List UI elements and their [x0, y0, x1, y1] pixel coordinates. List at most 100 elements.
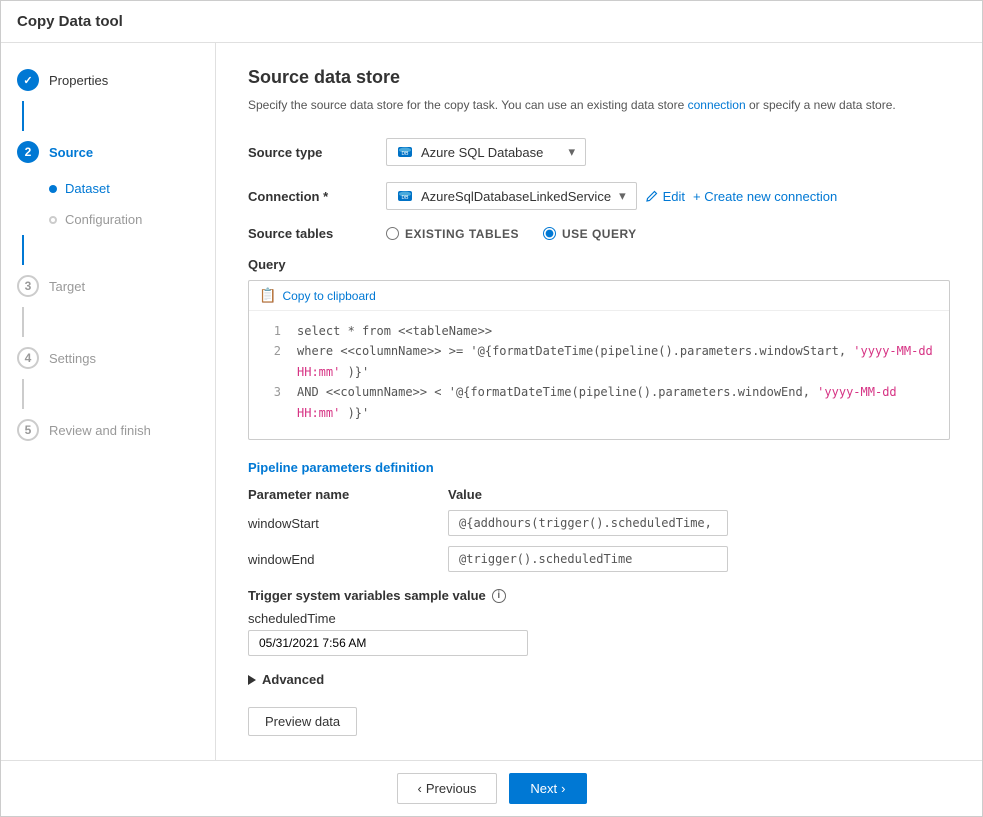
source-type-select[interactable]: DB Azure SQL Database ▾ [386, 138, 586, 166]
scheduled-time-label: scheduledTime [248, 611, 950, 626]
advanced-label: Advanced [262, 672, 324, 687]
sidebar-sublabel-dataset: Dataset [65, 181, 110, 196]
previous-label: Previous [426, 781, 477, 796]
sidebar-label-properties: Properties [49, 73, 108, 88]
code-text-3: AND <<columnName>> < '@{formatDateTime(p… [297, 382, 933, 423]
connection-value: AzureSqlDatabaseLinkedService [421, 189, 611, 204]
svg-text:DB: DB [402, 195, 410, 201]
param-row-windowend: windowEnd [248, 546, 950, 572]
sidebar-item-properties[interactable]: ✓ Properties [1, 59, 215, 101]
sidebar-label-settings: Settings [49, 351, 96, 366]
trigger-label-text: Trigger system variables sample value [248, 588, 486, 603]
sidebar: ✓ Properties 2 Source Dataset Configurat… [1, 43, 216, 760]
step-circle-settings: 4 [17, 347, 39, 369]
value-header: Value [448, 487, 482, 502]
source-tables-radio-group: EXISTING TABLES USE QUERY [386, 227, 637, 241]
clipboard-icon: 📋 [259, 287, 276, 304]
previous-chevron-icon: ‹ [418, 781, 422, 796]
use-query-option[interactable]: USE QUERY [543, 227, 637, 241]
sidebar-label-review: Review and finish [49, 423, 151, 438]
sidebar-item-source[interactable]: 2 Source [1, 131, 215, 173]
trigger-section: Trigger system variables sample value i … [248, 588, 950, 656]
code-line-3: 3 AND <<columnName>> < '@{formatDateTime… [265, 382, 933, 423]
code-text-2: where <<columnName>> >= '@{formatDateTim… [297, 341, 933, 382]
sidebar-label-target: Target [49, 279, 85, 294]
use-query-label: USE QUERY [562, 227, 637, 241]
azure-sql-icon: DB [397, 144, 413, 160]
connection-select[interactable]: DB AzureSqlDatabaseLinkedService ▾ [386, 182, 637, 210]
previous-button[interactable]: ‹ Previous [397, 773, 498, 804]
source-type-control: DB Azure SQL Database ▾ [386, 138, 586, 166]
query-section: Query 📋 Copy to clipboard 1 select * fro… [248, 257, 950, 440]
content-description: Specify the source data store for the co… [248, 96, 950, 114]
info-icon[interactable]: i [492, 589, 506, 603]
code-text-1: select * from <<tableName>> [297, 321, 492, 341]
connection-row: Connection * DB AzureSqlDatabaseLinkedSe… [248, 182, 950, 210]
next-button[interactable]: Next › [509, 773, 586, 804]
line-num-1: 1 [265, 321, 281, 341]
bottom-bar: ‹ Previous Next › [1, 760, 982, 816]
source-tables-label: Source tables [248, 226, 378, 241]
copy-clipboard-link[interactable]: Copy to clipboard [282, 289, 375, 303]
source-type-label: Source type [248, 145, 378, 160]
source-tables-control: EXISTING TABLES USE QUERY [386, 227, 637, 241]
connection-db-icon: DB [397, 188, 413, 204]
use-query-radio[interactable] [543, 227, 556, 240]
param-value-windowstart[interactable] [448, 510, 728, 536]
step-circle-source: 2 [17, 141, 39, 163]
code-line-1: 1 select * from <<tableName>> [265, 321, 933, 341]
existing-tables-label: EXISTING TABLES [405, 227, 519, 241]
params-section: Pipeline parameters definition Parameter… [248, 460, 950, 572]
query-toolbar: 📋 Copy to clipboard [249, 281, 949, 311]
line-num-3: 3 [265, 382, 281, 423]
params-title: Pipeline parameters definition [248, 460, 950, 475]
existing-tables-radio[interactable] [386, 227, 399, 240]
param-name-windowstart: windowStart [248, 516, 448, 531]
query-label: Query [248, 257, 950, 272]
triangle-icon [248, 675, 256, 685]
code-area[interactable]: 1 select * from <<tableName>> 2 where <<… [249, 311, 949, 433]
connection-control: DB AzureSqlDatabaseLinkedService ▾ Edit … [386, 182, 837, 210]
sub-dot-dataset [49, 185, 57, 193]
edit-icon [645, 189, 659, 203]
create-connection-label: + Create new connection [693, 189, 837, 204]
connection-link[interactable]: connection [688, 98, 746, 112]
step-circle-properties: ✓ [17, 69, 39, 91]
sidebar-subitem-dataset[interactable]: Dataset [1, 173, 215, 204]
title-bar: Copy Data tool [1, 1, 982, 43]
preview-data-button[interactable]: Preview data [248, 707, 357, 736]
app-title: Copy Data tool [17, 13, 123, 30]
trigger-label: Trigger system variables sample value i [248, 588, 950, 603]
next-label: Next [530, 781, 557, 796]
page-title: Source data store [248, 67, 950, 88]
source-tables-row: Source tables EXISTING TABLES USE QUERY [248, 226, 950, 241]
sidebar-item-settings[interactable]: 4 Settings [1, 337, 215, 379]
sidebar-label-source: Source [49, 145, 93, 160]
svg-text:DB: DB [402, 151, 410, 157]
params-header: Parameter name Value [248, 487, 950, 502]
param-value-windowend[interactable] [448, 546, 728, 572]
sidebar-sublabel-configuration: Configuration [65, 212, 142, 227]
line-num-2: 2 [265, 341, 281, 382]
edit-label: Edit [663, 189, 685, 204]
sidebar-subitem-configuration[interactable]: Configuration [1, 204, 215, 235]
connector-source-target [22, 235, 24, 265]
advanced-section: Advanced [248, 672, 950, 687]
main-layout: ✓ Properties 2 Source Dataset Configurat… [1, 43, 982, 760]
query-box: 📋 Copy to clipboard 1 select * from <<ta… [248, 280, 950, 440]
connector-settings-review [22, 379, 24, 409]
param-row-windowstart: windowStart [248, 510, 950, 536]
sidebar-item-target[interactable]: 3 Target [1, 265, 215, 307]
sidebar-item-review[interactable]: 5 Review and finish [1, 409, 215, 451]
scheduled-time-input[interactable] [248, 630, 528, 656]
source-type-value: Azure SQL Database [421, 145, 543, 160]
source-type-row: Source type DB Azure SQL Database ▾ [248, 138, 950, 166]
existing-tables-option[interactable]: EXISTING TABLES [386, 227, 519, 241]
step-circle-target: 3 [17, 275, 39, 297]
edit-link[interactable]: Edit [645, 189, 685, 204]
create-connection-link[interactable]: + Create new connection [693, 189, 837, 204]
param-name-header: Parameter name [248, 487, 448, 502]
advanced-toggle[interactable]: Advanced [248, 672, 950, 687]
connection-label: Connection * [248, 189, 378, 204]
connection-chevron-icon: ▾ [619, 188, 626, 204]
